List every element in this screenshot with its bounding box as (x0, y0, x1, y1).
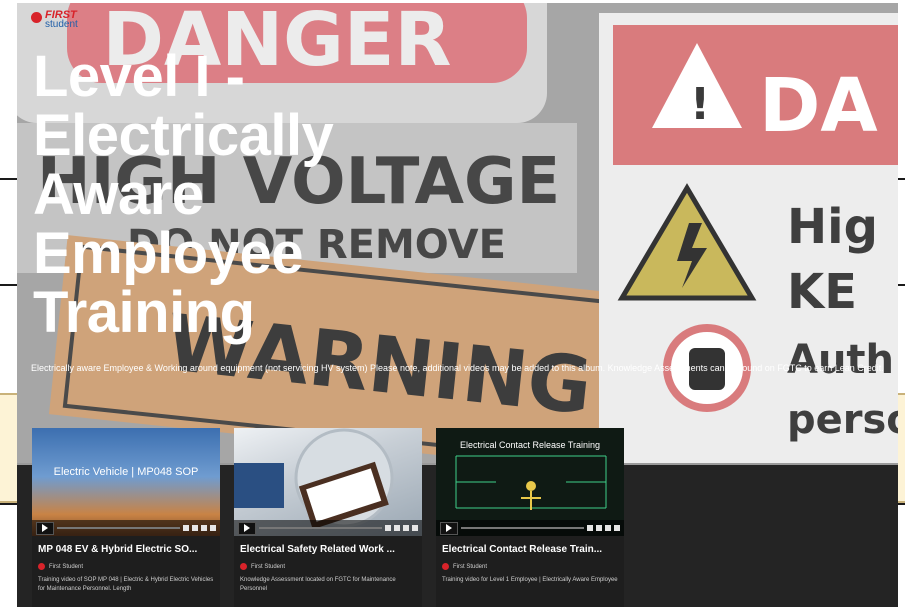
author-avatar (442, 563, 449, 570)
play-icon[interactable] (440, 521, 458, 535)
sign-perso-text: perso (787, 397, 898, 443)
video-thumbnail[interactable]: Electric Vehicle | MP048 SOP (32, 428, 220, 536)
logo-student-text: student (45, 19, 78, 30)
player-controls (234, 520, 422, 536)
player-controls (32, 520, 220, 536)
thumbnail-title: Electric Vehicle | MP048 SOP (53, 466, 199, 478)
author-avatar (240, 563, 247, 570)
video-description: Training video for Level 1 Employee | El… (442, 577, 618, 583)
video-title[interactable]: MP 048 EV & Hybrid Electric SO... (38, 544, 214, 555)
sign-auth-text: Auth (787, 337, 894, 383)
fullscreen-icon[interactable] (412, 525, 418, 531)
captions-icon[interactable] (394, 525, 400, 531)
player-controls (436, 520, 624, 536)
play-icon[interactable] (238, 521, 256, 535)
sign-ke-text: KE (787, 264, 857, 320)
play-icon[interactable] (36, 521, 54, 535)
progress-bar[interactable] (461, 527, 584, 529)
thumbnail-title: Electrical Contact Release Training (459, 440, 601, 450)
video-description: Knowledge Assessment located on FGTC for… (240, 577, 396, 592)
sign-high-text: Hig (787, 199, 878, 255)
svg-text:!: ! (690, 79, 710, 130)
video-description: Training video of SOP MP 048 | Electric … (38, 577, 214, 592)
captions-icon[interactable] (192, 525, 198, 531)
author-name: First Student (49, 563, 84, 570)
logo-mark-icon (31, 12, 42, 23)
settings-icon[interactable] (605, 525, 611, 531)
album-description: Electrically aware Employee & Working ar… (31, 363, 884, 373)
video-card[interactable]: Electric Vehicle | MP048 SOP MP 048 EV &… (32, 428, 220, 607)
volume-icon[interactable] (587, 525, 593, 531)
sign-da-text: DA (759, 63, 878, 149)
album-title: Level I - Electrically Aware Employee Tr… (33, 44, 334, 345)
settings-icon[interactable] (201, 525, 207, 531)
video-title[interactable]: Electrical Safety Related Work ... (240, 544, 416, 555)
video-card[interactable]: Electrical Contact Release Training Elec… (436, 428, 624, 607)
author-avatar (38, 563, 45, 570)
album-hero: DANGER HIGH VOLTAGE DO NOT REMOVE WARNIN… (17, 3, 898, 607)
fullscreen-icon[interactable] (614, 525, 620, 531)
video-thumbnail[interactable] (234, 428, 422, 536)
volume-icon[interactable] (183, 525, 189, 531)
author-name: First Student (251, 563, 286, 570)
video-title[interactable]: Electrical Contact Release Train... (442, 544, 618, 555)
progress-bar[interactable] (57, 527, 180, 529)
progress-bar[interactable] (259, 527, 382, 529)
video-card[interactable]: Electrical Safety Related Work ... First… (234, 428, 422, 607)
author-name: First Student (453, 563, 488, 570)
volume-icon[interactable] (385, 525, 391, 531)
settings-icon[interactable] (403, 525, 409, 531)
video-thumbnail[interactable]: Electrical Contact Release Training (436, 428, 624, 536)
first-student-logo: FIRST student (31, 10, 78, 30)
fullscreen-icon[interactable] (210, 525, 216, 531)
captions-icon[interactable] (596, 525, 602, 531)
